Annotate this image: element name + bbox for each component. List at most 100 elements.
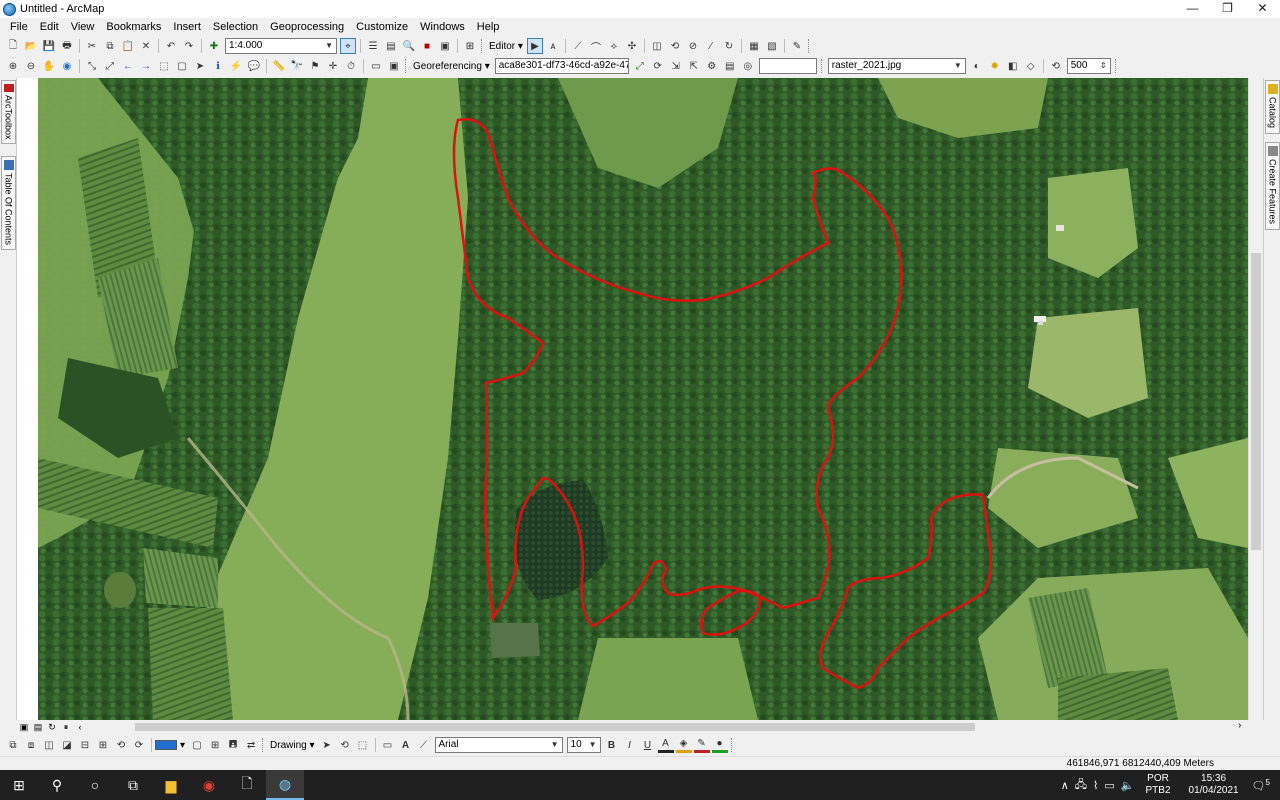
convert-graphics-icon[interactable]: ⇄ xyxy=(243,737,259,753)
send-to-back-icon[interactable]: ◪ xyxy=(59,737,75,753)
identify-icon[interactable]: ℹ xyxy=(210,58,226,74)
flicker-icon[interactable]: ⟲ xyxy=(1048,58,1064,74)
maximize-button[interactable]: ❐ xyxy=(1210,0,1245,18)
fill-color-swatch[interactable] xyxy=(155,740,177,750)
select-features-icon[interactable]: ⬚ xyxy=(156,58,172,74)
reshape-icon[interactable]: ⟲ xyxy=(667,38,683,54)
select-elements-icon[interactable]: ➤ xyxy=(192,58,208,74)
wifi-icon[interactable]: ⌇ xyxy=(1093,779,1098,792)
cut-polygons-icon[interactable]: ⊘ xyxy=(685,38,701,54)
edit-tool-icon[interactable]: ▶ xyxy=(526,38,543,54)
table-of-contents-tab[interactable]: Table Of Contents xyxy=(1,156,16,250)
layout-view-icon[interactable]: ▤ xyxy=(31,721,45,733)
italic-button[interactable]: I xyxy=(622,737,638,753)
start-button-icon[interactable]: ⊞ xyxy=(0,770,38,800)
pause-drawing-icon[interactable]: ⏸ xyxy=(59,721,73,733)
arctoolbox-tab[interactable]: ArcToolbox xyxy=(1,80,16,144)
rotate-element-icon[interactable]: ⟲ xyxy=(337,737,353,753)
model-builder-icon[interactable]: ⊞ xyxy=(462,38,478,54)
volume-icon[interactable]: 🔈 xyxy=(1121,779,1135,792)
toolbar-grip[interactable] xyxy=(262,738,265,752)
scale-raster-icon[interactable]: ⇱ xyxy=(686,58,702,74)
shift-raster-icon[interactable]: ⇲ xyxy=(668,58,684,74)
horizontal-scroll-thumb[interactable] xyxy=(135,723,975,731)
fill-color-icon[interactable]: ◈ xyxy=(675,737,692,753)
find-icon[interactable]: 🔭 xyxy=(289,58,305,74)
rotate-right-icon[interactable]: ⟳ xyxy=(131,737,147,753)
select-elements-icon[interactable]: ➤ xyxy=(319,737,335,753)
zoom-in-icon[interactable]: ⊕ xyxy=(5,58,21,74)
scroll-left-icon[interactable]: ‹ xyxy=(73,721,87,733)
viewer-icon[interactable]: ◎ xyxy=(740,58,756,74)
copy-icon[interactable]: ⧉ xyxy=(102,38,118,54)
html-popup-icon[interactable]: 💬 xyxy=(246,58,262,74)
endpoint-arc-icon[interactable]: ⌒ xyxy=(588,38,604,54)
zoom-out-icon[interactable]: ⊖ xyxy=(23,58,39,74)
input-language[interactable]: POR PTB2 xyxy=(1146,773,1171,797)
file-explorer-icon[interactable]: ▆ xyxy=(152,770,190,800)
hyperlink-icon[interactable]: ⚡ xyxy=(228,58,244,74)
table-of-contents-icon[interactable]: ☰ xyxy=(365,38,381,54)
ungroup-icon[interactable]: ⧈ xyxy=(23,737,39,753)
search-window-icon[interactable]: 🔍 xyxy=(401,38,417,54)
fixed-zoom-in-icon[interactable]: ⤡ xyxy=(84,58,100,74)
toolbar-grip[interactable] xyxy=(807,39,811,53)
add-data-icon[interactable]: ✚ xyxy=(206,38,222,54)
menu-insert[interactable]: Insert xyxy=(167,18,207,36)
bold-button[interactable]: B xyxy=(604,737,620,753)
swatch-dropdown-icon[interactable]: ▾ xyxy=(180,740,185,751)
text-tool-icon[interactable]: A xyxy=(398,737,414,753)
toolbar-grip[interactable] xyxy=(820,59,824,73)
document-icon[interactable]: 🗋 xyxy=(228,770,266,800)
point-icon[interactable]: ✣ xyxy=(624,38,640,54)
graphics-icon[interactable]: 🖪 xyxy=(225,737,241,753)
clear-selection-icon[interactable]: ▢ xyxy=(174,58,190,74)
auto-registration-icon[interactable]: ⚙ xyxy=(704,58,720,74)
underline-button[interactable]: U xyxy=(640,737,656,753)
attributes-icon[interactable]: ▦ xyxy=(746,38,762,54)
rotate-icon[interactable]: ↻ xyxy=(721,38,737,54)
raster-layer-select[interactable]: raster_2021.jpg ▼ xyxy=(827,58,966,74)
map-vertical-scrollbar[interactable] xyxy=(1248,78,1262,720)
straight-segment-icon[interactable]: ⟋ xyxy=(570,38,586,54)
create-features-tab[interactable]: Create Features xyxy=(1265,142,1280,230)
battery-icon[interactable]: ▭ xyxy=(1104,779,1114,792)
data-view-icon[interactable]: ▣ xyxy=(17,721,31,733)
flicker-rate-stepper[interactable]: 500 ⇕ xyxy=(1066,58,1111,74)
marker-color-icon[interactable]: ● xyxy=(711,737,728,753)
arctoolbox-icon[interactable]: ■ xyxy=(419,38,435,54)
menu-selection[interactable]: Selection xyxy=(207,18,264,36)
show-hidden-icons-icon[interactable]: ∧ xyxy=(1061,779,1069,792)
menu-edit[interactable]: Edit xyxy=(34,18,65,36)
toolbar-grip[interactable] xyxy=(481,39,484,53)
split-icon[interactable]: ⁄ xyxy=(703,38,719,54)
editor-menu[interactable]: Editor ▾ xyxy=(489,41,523,52)
time-slider-icon[interactable]: ⏱ xyxy=(343,58,359,74)
edit-annotation-icon[interactable]: ᴀ xyxy=(545,38,561,54)
toolbar-grip[interactable] xyxy=(1114,59,1118,73)
new-document-icon[interactable]: 🗋 xyxy=(5,38,21,54)
catalog-tab[interactable]: Catalog xyxy=(1265,80,1280,134)
cortana-icon[interactable]: ○ xyxy=(76,770,114,800)
refresh-icon[interactable]: ↻ xyxy=(45,721,59,733)
menu-windows[interactable]: Windows xyxy=(414,18,471,36)
distribute-icon[interactable]: ⊞ xyxy=(95,737,111,753)
font-size-select[interactable]: 10 ▼ xyxy=(566,737,601,753)
toolbar-grip[interactable] xyxy=(730,738,734,752)
edit-vertices-drawing-icon[interactable]: ⟋ xyxy=(416,737,432,753)
arcmap-taskbar-icon[interactable]: ◍ xyxy=(266,770,304,800)
menu-help[interactable]: Help xyxy=(471,18,506,36)
go-to-xy-icon[interactable]: ✛ xyxy=(325,58,341,74)
pan-icon[interactable]: ✋ xyxy=(41,58,57,74)
menu-view[interactable]: View xyxy=(65,18,101,36)
bring-to-front-icon[interactable]: ◫ xyxy=(41,737,57,753)
brightness-icon[interactable]: ✹ xyxy=(987,58,1003,74)
vertical-scroll-thumb[interactable] xyxy=(1251,253,1261,550)
transparency-icon[interactable]: ◧ xyxy=(1005,58,1021,74)
map-view[interactable] xyxy=(38,78,1248,720)
zoom-to-elements-icon[interactable]: ⬚ xyxy=(355,737,371,753)
drawing-menu[interactable]: Drawing ▾ xyxy=(270,740,314,751)
undo-icon[interactable]: ↶ xyxy=(163,38,179,54)
find-route-icon[interactable]: ⚑ xyxy=(307,58,323,74)
notifications-icon[interactable]: 🗨5 xyxy=(1252,778,1270,793)
